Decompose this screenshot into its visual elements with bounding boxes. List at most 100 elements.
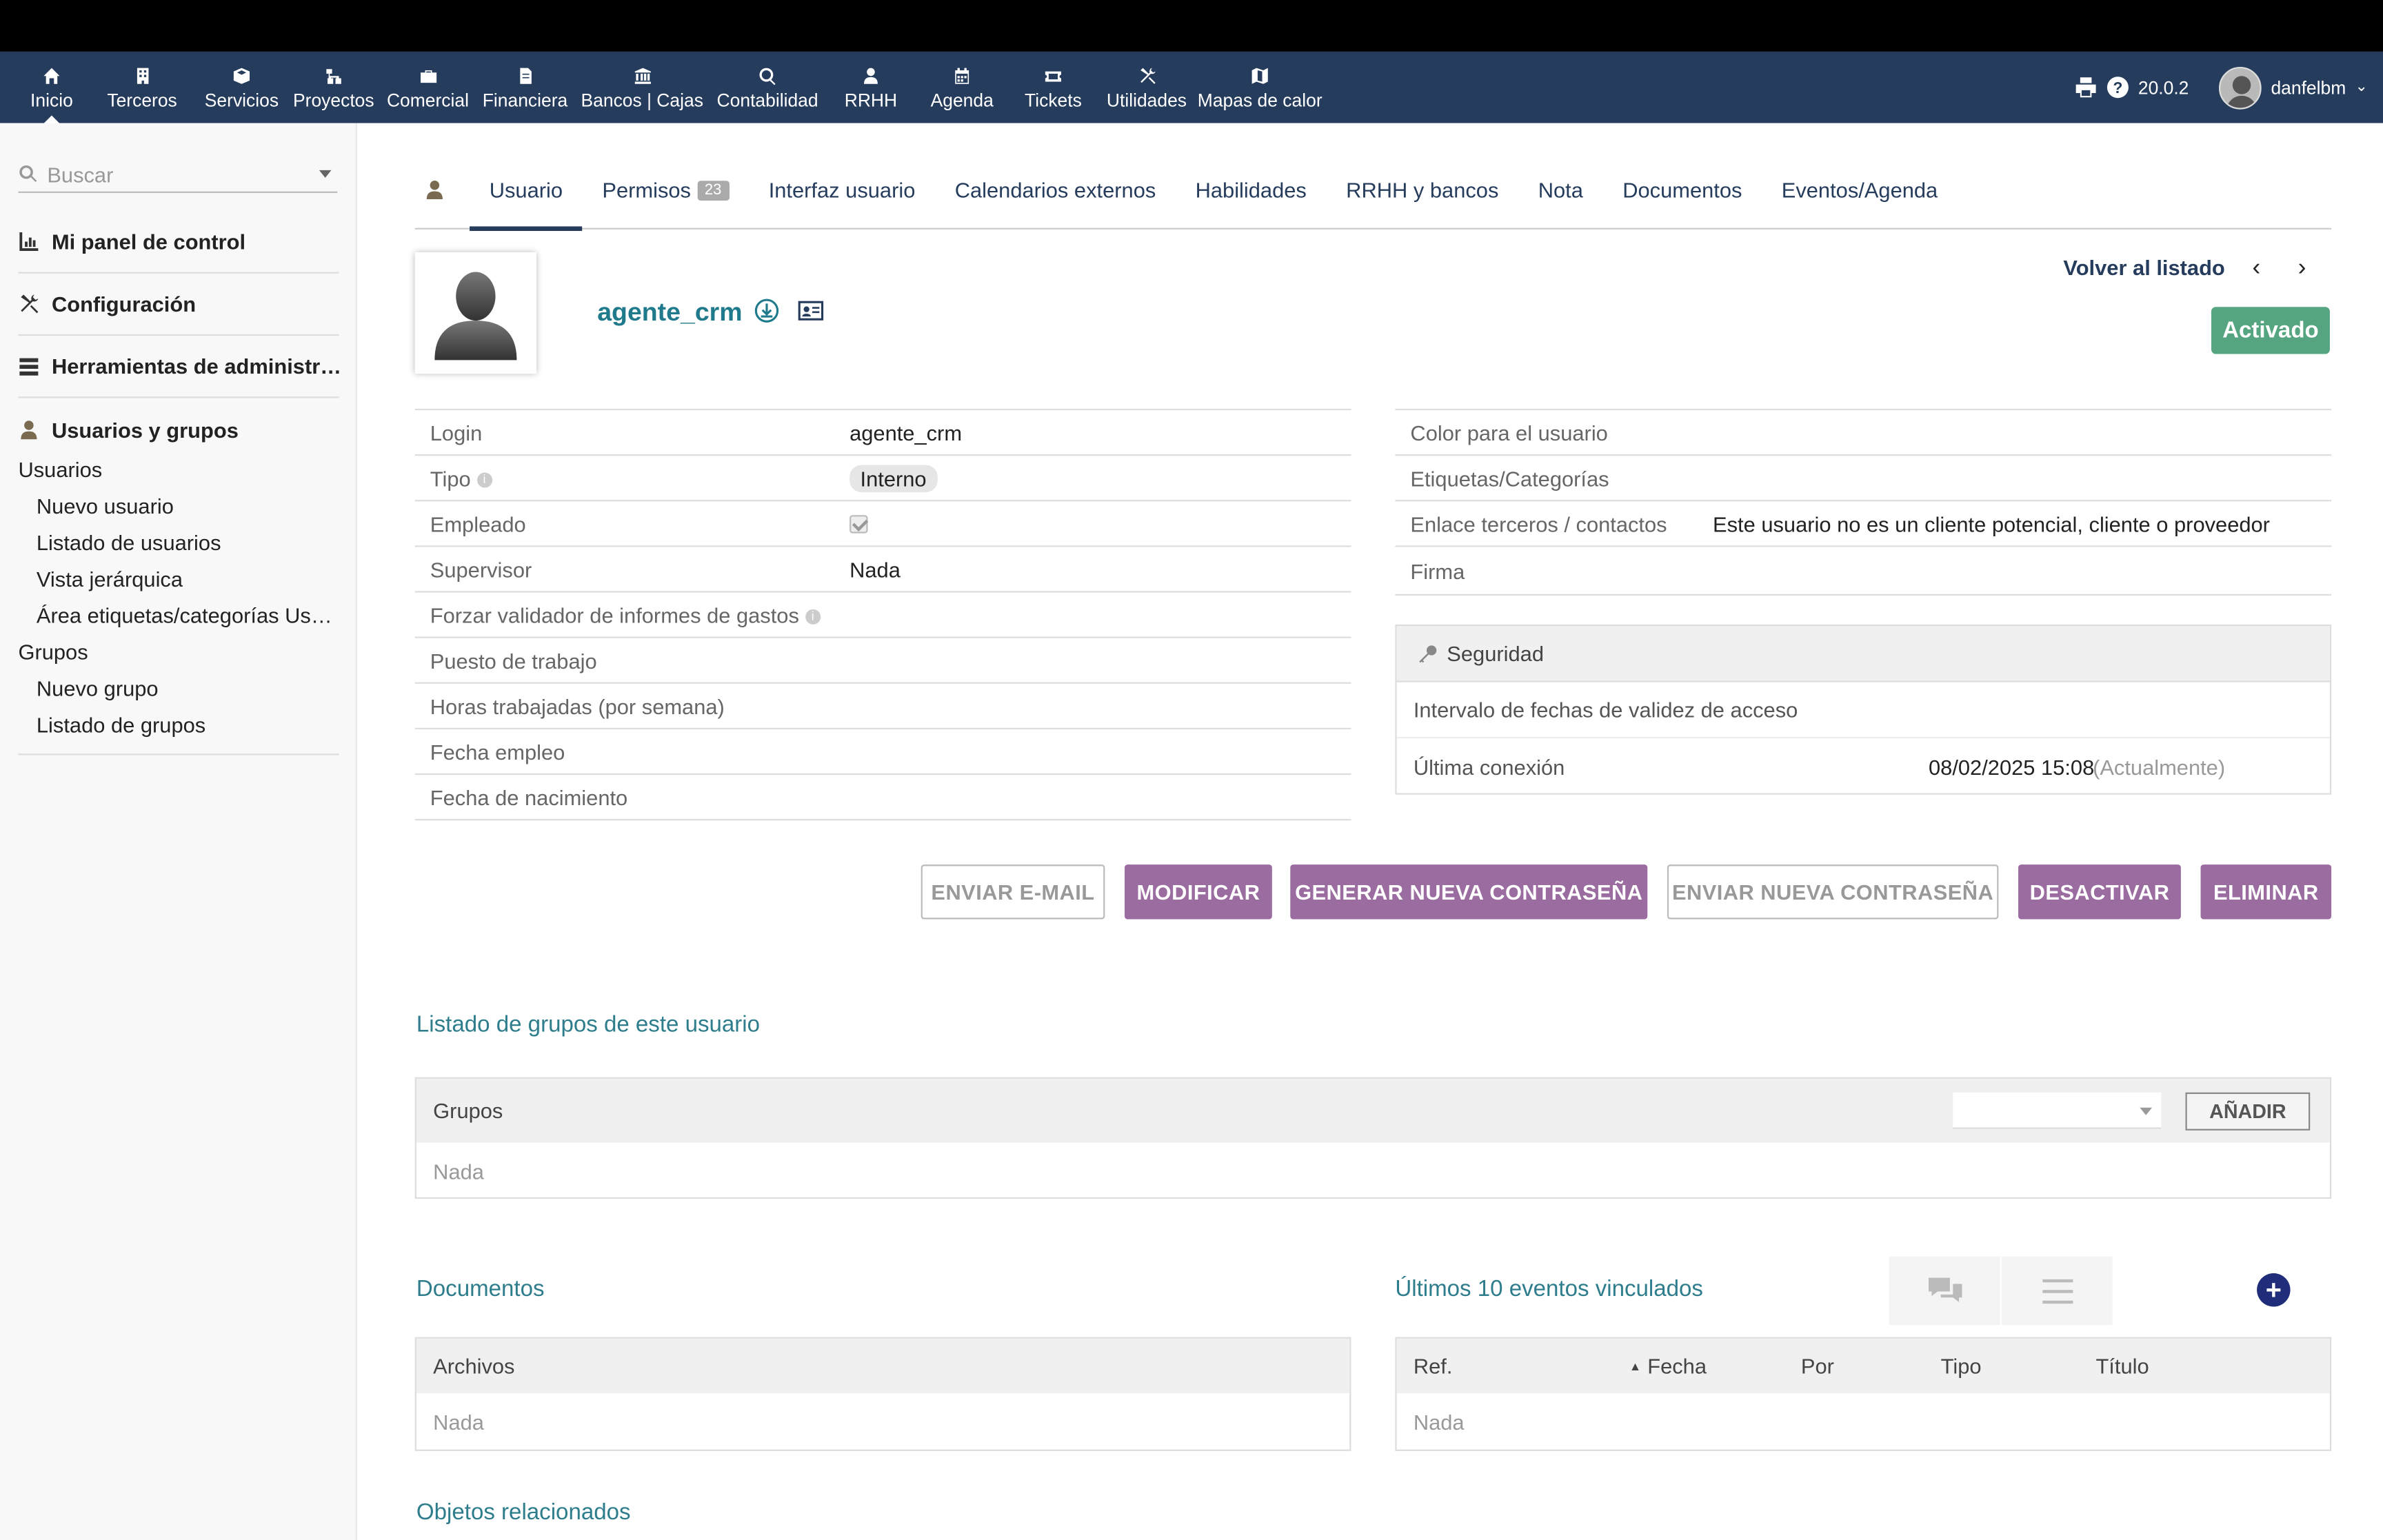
column-header-ref[interactable]: Ref. [1414,1354,1453,1378]
previous-record-button[interactable]: ‹ [2252,255,2260,283]
sidebar-link-nuevo-usuario[interactable]: Nuevo usuario [18,488,339,525]
send-email-button[interactable]: ENVIAR E-MAIL [921,864,1105,920]
add-event-button[interactable]: + [2257,1273,2291,1307]
tab-calendarios-externos[interactable]: Calendarios externos [935,151,1176,228]
user-photo[interactable] [414,252,537,374]
column-header-fecha[interactable]: Fecha [1647,1354,1707,1378]
back-to-list-link[interactable]: Volver al listado [2063,255,2224,279]
user-fields-right: Color para el usuario Etiquetas/Categorí… [1395,408,2332,596]
tab-label: Nota [1538,177,1583,203]
group-select[interactable] [1953,1092,2162,1129]
sidebar-link-grupos[interactable]: Grupos [18,634,339,670]
field-label: Color para el usuario [1410,420,1608,445]
menu-terceros[interactable]: Terceros [88,52,196,123]
sidebar-link-vista-jerarquica[interactable]: Vista jerárquica [18,560,339,597]
field-row-supervisor: Supervisor Nada [414,547,1351,593]
sidebar-search[interactable]: Buscar [18,156,338,193]
info-icon[interactable]: i [805,609,821,625]
version-label: 20.0.2 [2138,77,2189,99]
sidebar-item-label: Usuarios y grupos [51,418,239,443]
tab-eventos-agenda[interactable]: Eventos/Agenda [1762,151,1958,228]
user-avatar[interactable] [2219,65,2262,109]
sidebar-item-mi-panel[interactable]: Mi panel de control [18,211,339,272]
empleado-checkbox [849,514,868,533]
next-record-button[interactable]: › [2298,255,2306,283]
column-header-tipo[interactable]: Tipo [1941,1354,1982,1378]
printer-icon[interactable] [2074,76,2097,99]
tab-nota[interactable]: Nota [1518,151,1602,228]
info-icon[interactable]: i [476,472,492,488]
menu-utilidades[interactable]: Utilidades [1099,52,1195,123]
delete-button[interactable]: ELIMINAR [2200,864,2332,920]
sidebar-link-listado-usuarios[interactable]: Listado de usuarios [18,524,339,560]
user-title-actions [754,298,824,323]
field-row-fecha-nacimiento: Fecha de nacimiento [414,775,1351,821]
menu-bancos[interactable]: Bancos | Cajas [574,52,710,123]
home-icon [41,65,63,87]
add-group-button[interactable]: AÑADIR [2185,1092,2311,1131]
tab-label: Documentos [1622,177,1742,203]
tab-interfaz-usuario[interactable]: Interfaz usuario [749,151,935,228]
sidebar-link-area-etiquetas[interactable]: Área etiquetas/categorías Usu… [18,597,339,634]
menu-agenda[interactable]: Agenda [916,52,1007,123]
menu-servicios[interactable]: Servicios [196,52,287,123]
sidebar-item-herramientas[interactable]: Herramientas de administr… [18,336,339,396]
view-list-toggle[interactable] [2001,1256,2113,1325]
field-label: Supervisor [430,556,532,582]
sidebar-link-listado-grupos[interactable]: Listado de grupos [18,707,339,743]
menu-label: RRHH [844,90,898,111]
deactivate-button[interactable]: DESACTIVAR [2018,864,2181,920]
list-icon [2042,1278,2073,1304]
field-label: Puesto de trabajo [430,648,597,673]
menu-comercial[interactable]: Comercial [380,52,476,123]
id-card-icon[interactable] [798,298,824,323]
menu-contabilidad[interactable]: Contabilidad [710,52,825,123]
view-timeline-toggle[interactable] [1889,1256,2000,1325]
chart-icon [19,232,39,251]
security-row-intervalo: Intervalo de fechas de validez de acceso [1396,682,2330,739]
field-label: Etiquetas/Categorías [1410,465,1609,490]
field-label: Login [430,420,483,445]
field-label: Forzar validador de informes de gastos i [415,602,821,627]
sidebar-link-nuevo-grupo[interactable]: Nuevo grupo [18,670,339,707]
menu-proyectos[interactable]: Proyectos [288,52,380,123]
tab-label: Usuario [489,177,563,203]
tab-usuario[interactable]: Usuario [470,151,583,230]
sidebar-link-usuarios[interactable]: Usuarios [18,452,339,488]
cube-icon [231,65,252,87]
tab-habilidades[interactable]: Habilidades [1176,151,1327,228]
groups-empty-row: Nada [433,1158,484,1183]
menu-financiera[interactable]: Financiera [476,52,574,123]
groups-table-header: Grupos AÑADIR [416,1078,2330,1143]
menu-tickets[interactable]: Tickets [1007,52,1098,123]
search-icon [19,165,37,183]
tab-user-icon[interactable] [415,151,454,228]
search-placeholder: Buscar [47,161,114,187]
generate-password-button[interactable]: GENERAR NUEVA CONTRASEÑA [1290,864,1648,920]
tab-documentos[interactable]: Documentos [1603,151,1762,228]
menu-mapas-calor[interactable]: Mapas de calor [1194,52,1325,123]
sidebar-item-label: Herramientas de administr… [51,354,339,378]
help-icon[interactable]: ? [2107,76,2129,99]
chevron-down-icon[interactable]: ⌄ [2355,79,2367,96]
modify-button[interactable]: MODIFICAR [1125,864,1272,920]
send-password-button[interactable]: ENVIAR NUEVA CONTRASEÑA [1667,864,1999,920]
file-invoice-icon [514,65,536,87]
username-label[interactable]: danfelbm [2271,77,2346,98]
sidebar-item-configuracion[interactable]: Configuración [18,274,339,334]
security-header: Seguridad [1396,626,2330,682]
column-header-titulo[interactable]: Título [2095,1354,2149,1378]
tab-permisos[interactable]: Permisos 23 [583,151,749,228]
menu-rrhh[interactable]: RRHH [825,52,916,123]
tab-label: Interfaz usuario [768,177,916,203]
documents-section-title: Documentos [416,1276,545,1302]
column-header-por[interactable]: Por [1801,1354,1834,1378]
vcard-download-icon[interactable] [754,298,779,323]
key-icon [1419,645,1437,662]
security-title: Seguridad [1447,641,1544,666]
menu-inicio[interactable]: Inicio [15,52,88,123]
column-header: Archivos [433,1353,515,1379]
menu-label: Financiera [482,90,568,111]
security-panel: Seguridad Intervalo de fechas de validez… [1395,624,2332,795]
tab-rrhh-bancos[interactable]: RRHH y bancos [1327,151,1519,228]
